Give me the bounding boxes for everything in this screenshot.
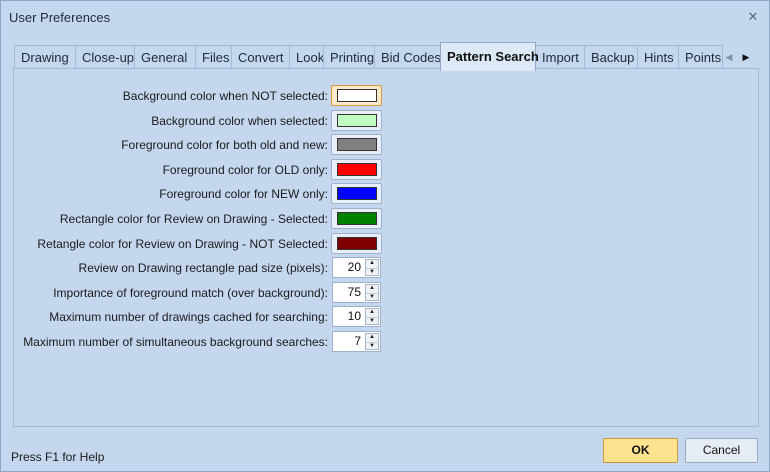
color-swatch bbox=[337, 163, 377, 176]
color-picker-button[interactable] bbox=[331, 110, 382, 131]
setting-label: Background color when NOT selected: bbox=[122, 89, 328, 103]
setting-label: Importance of foreground match (over bac… bbox=[53, 286, 328, 300]
color-picker-button[interactable] bbox=[331, 183, 382, 204]
stepper-buttons: ▲ ▼ bbox=[365, 284, 379, 301]
tab-points[interactable]: Points bbox=[678, 45, 723, 70]
tab-strip: ◀ ▶ Drawing Close-up General Files Convert Lo… bbox=[14, 42, 758, 71]
number-stepper: 20 ▲ ▼ bbox=[332, 257, 381, 278]
tab-printing[interactable]: Printing bbox=[323, 45, 375, 70]
increment-arrow-icon[interactable]: ▲ bbox=[366, 260, 378, 267]
stepper-buttons: ▲ ▼ bbox=[365, 259, 379, 276]
color-swatch bbox=[337, 237, 377, 250]
setting-label: Foreground color for NEW only: bbox=[159, 187, 328, 201]
increment-arrow-icon[interactable]: ▲ bbox=[366, 334, 378, 341]
close-icon[interactable]: ✕ bbox=[745, 9, 761, 25]
setting-label: Maximum number of simultaneous backgroun… bbox=[23, 335, 328, 349]
color-setting-row: Foreground color for OLD only: bbox=[1, 159, 770, 181]
title-bar: User Preferences ✕ bbox=[1, 1, 769, 33]
tab-look[interactable]: Look bbox=[289, 45, 324, 70]
stepper-buttons: ▲ ▼ bbox=[365, 308, 379, 325]
color-swatch bbox=[337, 138, 377, 151]
stepper-value-input[interactable]: 10 bbox=[333, 307, 364, 326]
tab-import[interactable]: Import bbox=[535, 45, 585, 70]
color-picker-button[interactable] bbox=[331, 159, 382, 180]
color-setting-row: Retangle color for Review on Drawing - N… bbox=[1, 233, 770, 255]
decrement-arrow-icon[interactable]: ▼ bbox=[366, 342, 378, 349]
tab-hints[interactable]: Hints bbox=[637, 45, 679, 70]
tab-close-up[interactable]: Close-up bbox=[75, 45, 135, 70]
color-swatch bbox=[337, 187, 377, 200]
tab-general[interactable]: General bbox=[134, 45, 196, 70]
cancel-button[interactable]: Cancel bbox=[685, 438, 758, 463]
stepper-value-input[interactable]: 20 bbox=[333, 258, 364, 277]
chevron-right-icon[interactable]: ▶ bbox=[739, 49, 753, 65]
setting-label: Maximum number of drawings cached for se… bbox=[49, 310, 328, 324]
user-preferences-dialog: User Preferences ✕ ◀ ▶ Drawing Close-up Ge… bbox=[0, 0, 770, 472]
numeric-setting-row: Maximum number of simultaneous backgroun… bbox=[1, 331, 770, 353]
setting-label: Rectangle color for Review on Drawing - … bbox=[59, 212, 328, 226]
color-picker-button[interactable] bbox=[331, 134, 382, 155]
window-title: User Preferences bbox=[9, 10, 111, 25]
numeric-setting-row: Maximum number of drawings cached for se… bbox=[1, 306, 770, 328]
numeric-setting-row: Review on Drawing rectangle pad size (pi… bbox=[1, 257, 770, 279]
stepper-buttons: ▲ ▼ bbox=[365, 333, 379, 350]
ok-button[interactable]: OK bbox=[603, 438, 678, 463]
color-swatch bbox=[337, 212, 377, 225]
color-picker-button[interactable] bbox=[331, 85, 382, 106]
tab-drawing[interactable]: Drawing bbox=[14, 45, 76, 70]
color-picker-button[interactable] bbox=[331, 233, 382, 254]
decrement-arrow-icon[interactable]: ▼ bbox=[366, 293, 378, 300]
decrement-arrow-icon[interactable]: ▼ bbox=[366, 317, 378, 324]
increment-arrow-icon[interactable]: ▲ bbox=[366, 309, 378, 316]
color-setting-row: Background color when selected: bbox=[1, 110, 770, 132]
color-setting-row: Rectangle color for Review on Drawing - … bbox=[1, 208, 770, 230]
color-swatch bbox=[337, 114, 377, 127]
color-setting-row: Background color when NOT selected: bbox=[1, 85, 770, 107]
decrement-arrow-icon[interactable]: ▼ bbox=[366, 268, 378, 275]
setting-label: Foreground color for both old and new: bbox=[121, 138, 328, 152]
chevron-left-icon[interactable]: ◀ bbox=[722, 49, 736, 65]
tab-files[interactable]: Files bbox=[195, 45, 232, 70]
number-stepper: 10 ▲ ▼ bbox=[332, 306, 381, 327]
setting-label: Review on Drawing rectangle pad size (pi… bbox=[78, 261, 328, 275]
tab-backup[interactable]: Backup bbox=[584, 45, 638, 70]
number-stepper: 75 ▲ ▼ bbox=[332, 282, 381, 303]
color-setting-row: Foreground color for both old and new: bbox=[1, 134, 770, 156]
stepper-value-input[interactable]: 7 bbox=[333, 332, 364, 351]
tab-pattern-search[interactable]: Pattern Search bbox=[440, 42, 539, 71]
setting-label: Retangle color for Review on Drawing - N… bbox=[37, 237, 328, 251]
increment-arrow-icon[interactable]: ▲ bbox=[366, 285, 378, 292]
color-setting-row: Foreground color for NEW only: bbox=[1, 183, 770, 205]
setting-label: Background color when selected: bbox=[151, 114, 328, 128]
help-hint: Press F1 for Help bbox=[11, 450, 105, 464]
tab-convert[interactable]: Convert bbox=[231, 45, 290, 70]
color-picker-button[interactable] bbox=[331, 208, 382, 229]
stepper-value-input[interactable]: 75 bbox=[333, 283, 364, 302]
numeric-setting-row: Importance of foreground match (over bac… bbox=[1, 282, 770, 304]
number-stepper: 7 ▲ ▼ bbox=[332, 331, 381, 352]
setting-label: Foreground color for OLD only: bbox=[162, 163, 328, 177]
color-swatch bbox=[337, 89, 377, 102]
tab-bid-codes[interactable]: Bid Codes bbox=[374, 45, 441, 70]
